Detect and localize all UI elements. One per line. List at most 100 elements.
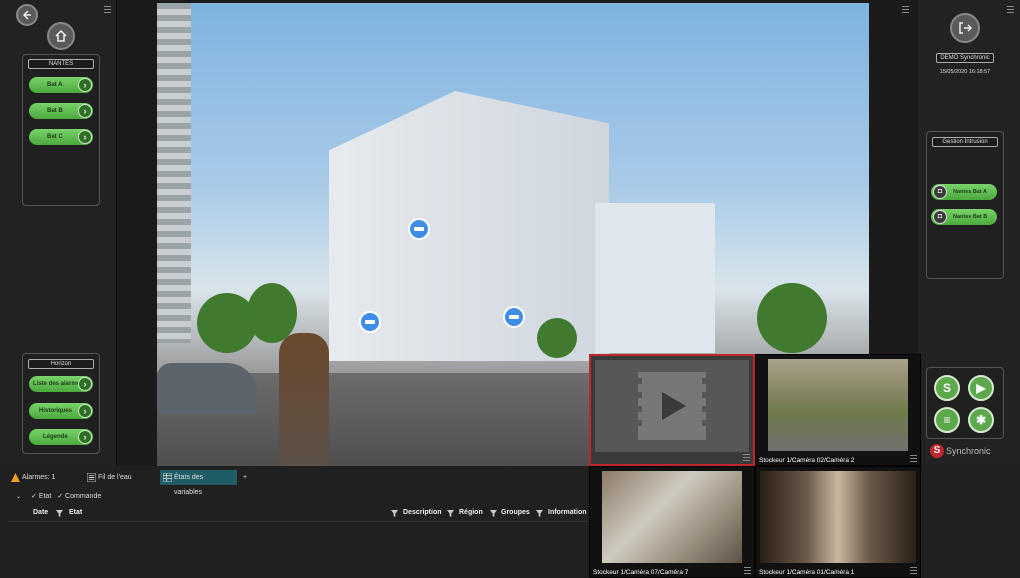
- tab-add[interactable]: +: [239, 470, 253, 485]
- shield-icon: ◘: [933, 210, 947, 224]
- intrusion-label: Nantes Bat B: [953, 214, 988, 220]
- video-tile-camera-7[interactable]: Stockeur 1/Caméra 07/Caméra 7: [589, 466, 755, 578]
- video-menu-icon[interactable]: [744, 567, 751, 574]
- intrusion-button-bat-a[interactable]: ◘ Nantes Bat A: [931, 184, 997, 200]
- alarm-list-button[interactable]: Liste des alarmes ›: [29, 376, 93, 392]
- camera-marker-icon[interactable]: [359, 311, 381, 333]
- person: [279, 333, 329, 466]
- warning-icon: [11, 473, 20, 482]
- play-button[interactable]: ▶: [968, 375, 994, 401]
- expand-icon[interactable]: ⌄: [16, 494, 21, 500]
- logout-icon: [959, 22, 973, 34]
- right-menu-icon[interactable]: [1007, 6, 1014, 13]
- site-button-bat-a[interactable]: Bat A ›: [29, 77, 93, 93]
- video-tile-camera-2[interactable]: Stockeur 1/Caméra 02/Caméra 2: [755, 354, 921, 466]
- synchronic-s-button[interactable]: S: [934, 375, 960, 401]
- site-button-label: Bat C: [47, 134, 63, 140]
- commande-label: Commande: [65, 493, 102, 500]
- chevron-right-icon: ›: [78, 377, 92, 391]
- filter-icon[interactable]: [56, 510, 63, 517]
- chevron-right-icon: ›: [78, 430, 92, 444]
- column-region[interactable]: Région: [459, 509, 483, 516]
- filter-icon[interactable]: [447, 510, 454, 517]
- commande-checkbox[interactable]: ✓: [57, 493, 63, 500]
- video-placeholder-frame: [595, 360, 749, 452]
- brand-logo-icon: S: [930, 444, 944, 458]
- intrusion-button-bat-b[interactable]: ◘ Nantes Bat B: [931, 209, 997, 225]
- video-caption: Stockeur 1/Caméra 02/Caméra 2: [759, 457, 855, 464]
- horizon-group-title: Horizon: [28, 359, 94, 369]
- brand-logo: S Synchronic: [930, 444, 991, 458]
- video-tile-camera-1[interactable]: Stockeur 1/Caméra 01/Caméra 1: [755, 466, 921, 578]
- intrusion-person-button[interactable]: ✱: [968, 407, 994, 433]
- list-menu-button[interactable]: ≡: [934, 407, 960, 433]
- camera-marker-icon[interactable]: [408, 218, 430, 240]
- chevron-right-icon: ›: [78, 404, 92, 418]
- legend-label: Légende: [43, 434, 68, 440]
- car: [157, 363, 257, 415]
- column-etat[interactable]: Etat: [69, 509, 82, 516]
- intrusion-label: Nantes Bat A: [953, 189, 988, 195]
- etat-checkbox[interactable]: ✓: [31, 493, 37, 500]
- tab-variables[interactable]: États des variables: [160, 470, 237, 496]
- shield-icon: ◘: [933, 185, 947, 199]
- scene-menu-icon[interactable]: [902, 6, 909, 13]
- column-groups[interactable]: Groupes: [501, 509, 530, 516]
- tree: [757, 283, 827, 353]
- etat-label: Etat: [38, 493, 52, 500]
- history-button[interactable]: Historiques ›: [29, 403, 93, 419]
- camera-7-feed: [602, 471, 742, 563]
- legend-button[interactable]: Légende ›: [29, 429, 93, 445]
- video-tile-placeholder[interactable]: [589, 354, 755, 466]
- video-menu-icon[interactable]: [910, 455, 917, 462]
- filter-row: ⌄ ✓ Etat ✓ Commande: [16, 492, 101, 500]
- column-date[interactable]: Date: [33, 509, 48, 516]
- left-building: [157, 3, 191, 343]
- datetime: 15/05/2020 16:18:57: [939, 69, 991, 75]
- filter-icon[interactable]: [536, 510, 543, 517]
- brand-name: Synchronic: [946, 446, 991, 456]
- column-information[interactable]: Information: [548, 509, 587, 516]
- back-button[interactable]: [16, 4, 38, 26]
- site-group-title: NANTES: [28, 59, 94, 69]
- filter-icon[interactable]: [391, 510, 398, 517]
- chevron-right-icon: ›: [78, 104, 92, 118]
- video-caption: Stockeur 1/Caméra 07/Caméra 7: [593, 569, 689, 576]
- tree: [537, 318, 577, 358]
- table-icon: [163, 473, 172, 482]
- video-play-icon: [628, 372, 716, 440]
- list-icon: [87, 473, 96, 482]
- filter-icon[interactable]: [490, 510, 497, 517]
- left-menu-icon[interactable]: [104, 6, 111, 13]
- tab-alarms[interactable]: Alarmes: 1: [8, 470, 83, 485]
- back-arrow-icon: [22, 10, 31, 20]
- column-description[interactable]: Description: [403, 509, 442, 516]
- intrusion-group-title: Gestion Intrusion: [932, 137, 998, 147]
- chevron-right-icon: ›: [78, 78, 92, 92]
- home-icon: [55, 29, 67, 42]
- tab-add-label: +: [243, 474, 248, 481]
- user-label: DEMO Synchronic: [936, 53, 994, 63]
- site-button-label: Bat A: [47, 82, 63, 88]
- tab-feed[interactable]: Fil de l'eau: [84, 470, 159, 485]
- site-button-bat-c[interactable]: Bat C ›: [29, 129, 93, 145]
- camera-marker-icon[interactable]: [503, 306, 525, 328]
- chevron-right-icon: ›: [78, 130, 92, 144]
- alarm-list-label: Liste des alarmes: [33, 381, 84, 387]
- history-label: Historiques: [39, 408, 73, 414]
- tab-feed-label: Fil de l'eau: [98, 474, 132, 481]
- site-button-label: Bat B: [47, 108, 63, 114]
- video-menu-icon[interactable]: [743, 454, 750, 461]
- intrusion-group-box: [926, 131, 1004, 279]
- tab-alarms-label: Alarmes: 1: [22, 474, 56, 481]
- site-button-bat-b[interactable]: Bat B ›: [29, 103, 93, 119]
- bottom-tabs: Alarmes: 1 Fil de l'eau États des variab…: [8, 470, 588, 496]
- video-caption: Stockeur 1/Caméra 01/Caméra 1: [759, 569, 855, 576]
- home-button[interactable]: [47, 22, 75, 50]
- logout-button[interactable]: [950, 13, 980, 43]
- video-menu-icon[interactable]: [910, 567, 917, 574]
- side-building: [595, 203, 715, 353]
- camera-1-feed: [760, 471, 916, 563]
- tab-variables-label: États des variables: [174, 474, 204, 496]
- camera-2-feed: [768, 359, 908, 451]
